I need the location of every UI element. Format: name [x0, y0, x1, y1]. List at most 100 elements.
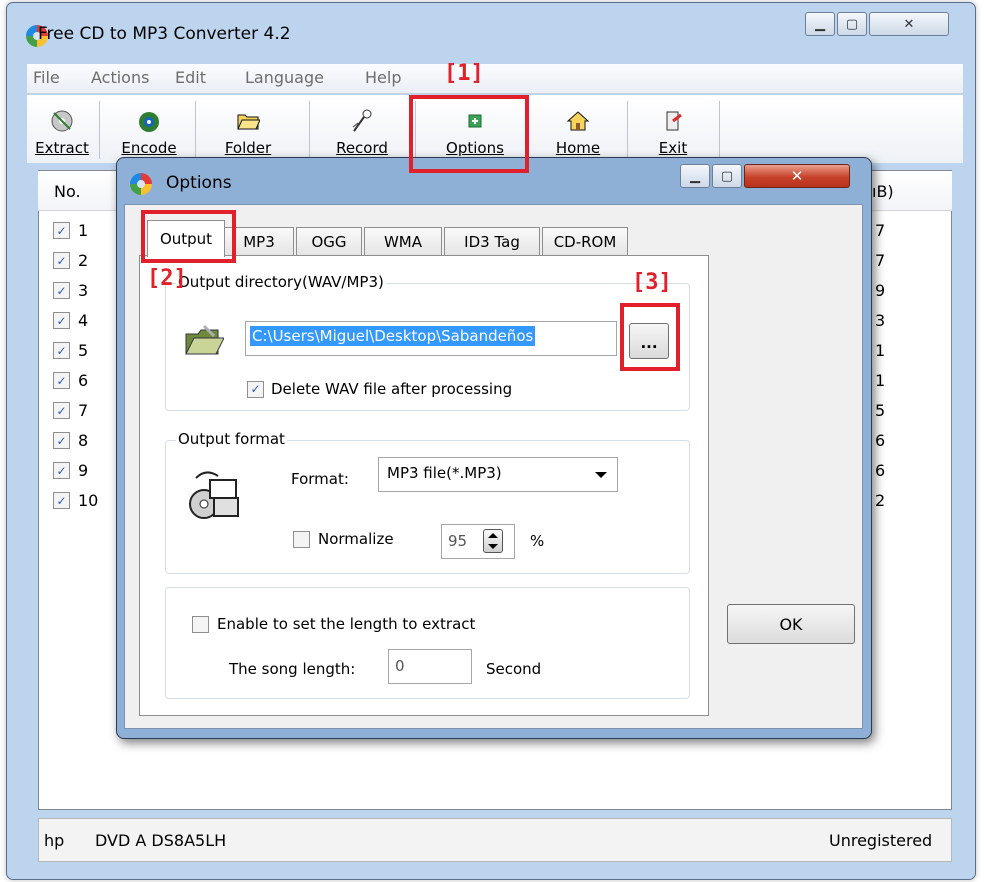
menu-language[interactable]: Language	[245, 68, 324, 87]
status-drive-vendor: hp	[44, 831, 65, 850]
menu-edit[interactable]: Edit	[175, 68, 206, 87]
song-length-label: The song length:	[229, 660, 356, 678]
extract-button[interactable]: Extract	[31, 95, 93, 161]
status-registration: Unregistered	[829, 831, 933, 850]
minimize-icon: ▁	[690, 168, 700, 184]
track-size-partial: 3	[875, 311, 886, 330]
track-checkbox[interactable]: ✓	[53, 402, 70, 419]
track-size-partial: 7	[875, 221, 886, 240]
tab-ogg[interactable]: OGG	[296, 227, 362, 256]
table-row[interactable]: ✓ 8	[53, 431, 88, 450]
spin-up-icon[interactable]	[488, 533, 498, 538]
annotation-box-1	[409, 95, 529, 173]
normalize-row[interactable]: Normalize	[293, 530, 394, 548]
track-checkbox[interactable]: ✓	[53, 372, 70, 389]
spin-down-icon[interactable]	[488, 544, 498, 549]
track-size-partial: 7	[875, 251, 886, 270]
output-directory-input[interactable]: C:\Users\Miguel\Desktop\Sabandeños	[245, 321, 617, 356]
tab-id3-tag[interactable]: ID3 Tag	[444, 227, 540, 256]
format-select[interactable]: MP3 file(*.MP3)	[378, 457, 618, 492]
folder-icon	[236, 109, 261, 133]
options-dialog-icon	[130, 173, 152, 195]
track-number: 7	[78, 401, 89, 420]
normalize-label: Normalize	[318, 530, 394, 548]
track-number: 4	[78, 311, 89, 330]
format-converter-icon	[186, 466, 242, 522]
track-checkbox[interactable]: ✓	[53, 282, 70, 299]
table-row[interactable]: ✓ 2	[53, 251, 88, 270]
table-row[interactable]: ✓ 4	[53, 311, 88, 330]
format-select-value: MP3 file(*.MP3)	[387, 464, 502, 482]
normalize-value: 95	[448, 532, 468, 550]
track-number: 3	[78, 281, 89, 300]
table-row[interactable]: ✓ 3	[53, 281, 88, 300]
enable-length-checkbox[interactable]	[192, 615, 209, 633]
track-checkbox[interactable]: ✓	[53, 432, 70, 449]
dialog-close-button[interactable]: ✕	[744, 164, 850, 188]
encode-button[interactable]: Encode	[109, 95, 189, 161]
track-number: 9	[78, 461, 89, 480]
maximize-button[interactable]: ▢	[837, 12, 867, 36]
close-button[interactable]: ✕	[869, 12, 949, 36]
song-length-unit: Second	[486, 660, 542, 678]
normalize-checkbox[interactable]	[293, 530, 310, 548]
table-row[interactable]: ✓ 10	[53, 491, 98, 510]
track-checkbox[interactable]: ✓	[53, 222, 70, 239]
maximize-icon: ▢	[720, 168, 734, 184]
enable-length-label: Enable to set the length to extract	[217, 615, 476, 633]
normalize-spinner[interactable]	[483, 529, 503, 553]
song-length-input[interactable]: 0	[388, 649, 472, 684]
table-row[interactable]: ✓ 7	[53, 401, 88, 420]
output-directory-group-title: Output directory(WAV/MP3)	[176, 273, 386, 291]
minimize-icon: ▁	[815, 16, 825, 32]
annotation-box-3	[620, 303, 680, 371]
table-row[interactable]: ✓ 9	[53, 461, 88, 480]
track-size-partial: 2	[875, 491, 886, 510]
home-button[interactable]: Home	[535, 95, 621, 161]
menu-file[interactable]: File	[33, 68, 60, 87]
menu-help[interactable]: Help	[365, 68, 401, 87]
normalize-value-input[interactable]: 95	[441, 524, 515, 559]
menu-actions[interactable]: Actions	[91, 68, 149, 87]
track-checkbox[interactable]: ✓	[53, 312, 70, 329]
chevron-down-icon[interactable]	[595, 472, 607, 478]
track-checkbox[interactable]: ✓	[53, 252, 70, 269]
track-checkbox[interactable]: ✓	[53, 342, 70, 359]
track-checkbox[interactable]: ✓	[53, 492, 70, 509]
exit-button[interactable]: Exit	[633, 95, 713, 161]
table-row[interactable]: ✓ 1	[53, 221, 88, 240]
folder-button[interactable]: Folder	[203, 95, 293, 161]
enable-length-row[interactable]: Enable to set the length to extract	[192, 615, 475, 633]
dialog-minimize-button[interactable]: ▁	[680, 164, 710, 188]
record-icon	[350, 109, 374, 133]
track-size-partial: 1	[875, 371, 886, 390]
table-row[interactable]: ✓ 6	[53, 371, 88, 390]
exit-icon	[661, 109, 685, 133]
track-number: 10	[78, 491, 99, 510]
record-button[interactable]: Record	[317, 95, 407, 161]
delete-wav-checkbox[interactable]: ✓	[247, 380, 264, 398]
annotation-label-2: [2]	[147, 266, 187, 291]
tab-cd-rom[interactable]: CD-ROM	[542, 227, 628, 256]
track-size-partial: 5	[875, 401, 886, 420]
minimize-button[interactable]: ▁	[805, 12, 835, 36]
track-size-partial: 6	[875, 431, 886, 450]
table-row[interactable]: ✓ 5	[53, 341, 88, 360]
delete-wav-label: Delete WAV file after processing	[271, 380, 513, 398]
dialog-maximize-button[interactable]: ▢	[712, 164, 742, 188]
delete-wav-row[interactable]: ✓ Delete WAV file after processing	[247, 380, 512, 398]
track-number: 6	[78, 371, 89, 390]
track-size-partial: 9	[875, 281, 886, 300]
track-checkbox[interactable]: ✓	[53, 462, 70, 479]
annotation-label-1: [1]	[444, 61, 484, 86]
menu-bar: File Actions Edit Language Help	[27, 64, 963, 94]
main-window-title: Free CD to MP3 Converter 4.2	[38, 24, 291, 44]
column-header-size[interactable]: ıB)	[872, 182, 894, 201]
column-header-no[interactable]: No.	[54, 182, 81, 201]
track-number: 1	[78, 221, 89, 240]
percent-label: %	[530, 532, 545, 550]
ok-button[interactable]: OK	[727, 604, 855, 644]
track-number: 5	[78, 341, 89, 360]
tab-wma[interactable]: WMA	[364, 227, 442, 256]
encode-icon	[137, 109, 161, 133]
